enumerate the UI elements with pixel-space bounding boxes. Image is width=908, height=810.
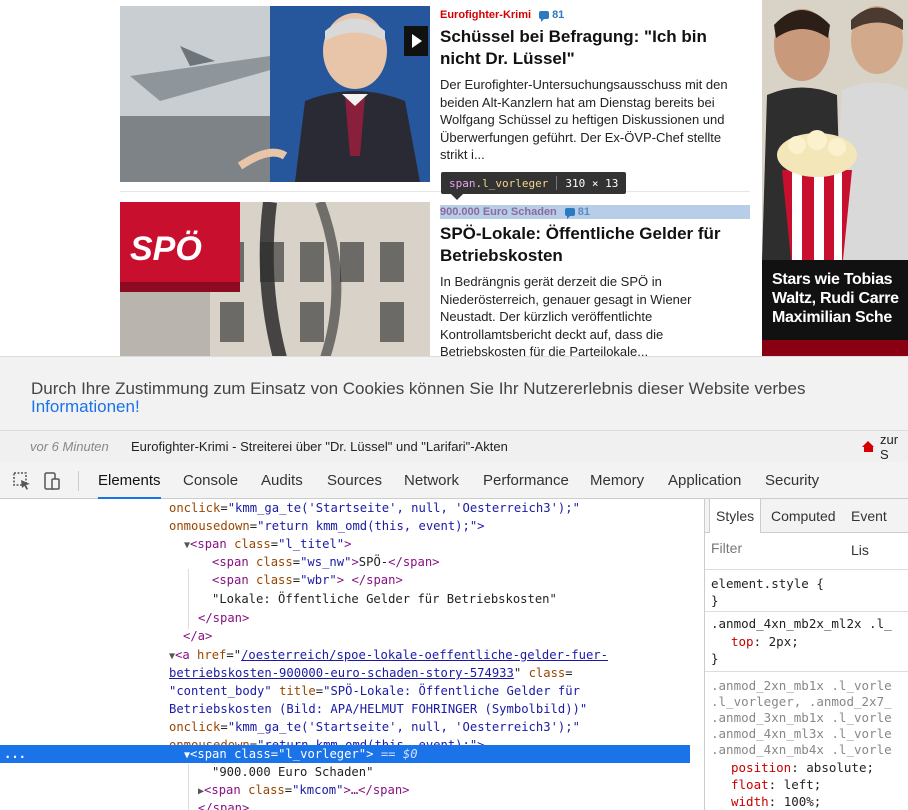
article-headline[interactable]: Schüssel bei Befragung: "Ich bin nicht D… — [440, 26, 750, 70]
style-selector[interactable]: .anmod_4xn_mb2x_ml2x .l_ — [711, 615, 892, 632]
comment-count-value: 81 — [552, 9, 565, 21]
code-line[interactable]: </a> — [0, 627, 690, 645]
tooltip-tag: span — [449, 176, 476, 190]
article-headline[interactable]: SPÖ-Lokale: Öffentliche Gelder für Betri… — [440, 223, 750, 267]
tab-application[interactable]: Application — [668, 462, 741, 499]
web-page: Eurofighter-Krimi 81 Schüssel bei Befrag… — [0, 0, 908, 462]
toolbar-separator — [78, 471, 79, 491]
tab-audits[interactable]: Audits — [261, 462, 303, 499]
article-teaser[interactable]: In Bedrängnis gerät derzeit die SPÖ in N… — [440, 273, 750, 361]
tab-console[interactable]: Console — [183, 462, 238, 499]
style-brace: } — [711, 593, 719, 608]
tab-security[interactable]: Security — [765, 462, 819, 499]
comment-bubble-icon — [539, 11, 550, 22]
article-kicker[interactable]: Eurofighter-Krimi — [440, 9, 531, 21]
spoe-sign-text: SPÖ — [130, 230, 202, 268]
article-teaser[interactable]: Der Eurofighter-Untersuchungsausschuss m… — [440, 76, 750, 164]
styles-tabs: Styles Computed Event Lis — [705, 499, 908, 558]
ad-text: Stars wie Tobias Waltz, Rudi Carre Maxim… — [772, 271, 899, 326]
article-meta: Eurofighter-Krimi 81 — [440, 8, 750, 22]
home-link-label: zur S — [880, 431, 899, 462]
device-toolbar-icon[interactable] — [42, 471, 62, 491]
code-line[interactable]: "Lokale: Öffentliche Gelder für Betriebs… — [0, 590, 690, 608]
code-line[interactable]: onclick="kmm_ga_te('Startseite', null, '… — [0, 499, 690, 517]
style-brace: } — [711, 651, 719, 666]
styles-divider — [705, 611, 908, 612]
article-card-2[interactable]: 900.000 Euro Schaden 81 SPÖ-Lokale: Öffe… — [440, 205, 750, 361]
selected-node-marker: == $0 — [380, 747, 418, 761]
home-icon — [862, 441, 874, 452]
code-line[interactable]: onclick="kmm_ga_te('Startseite', null, '… — [0, 718, 690, 736]
styles-filter-input[interactable]: Filter — [711, 540, 742, 556]
code-line[interactable]: <span class="wbr"> </span> — [0, 571, 690, 589]
article-image-eurofighter[interactable] — [120, 6, 430, 182]
style-selector[interactable]: .anmod_3xn_mb1x .l_vorle — [711, 709, 892, 726]
cookie-banner: Durch Ihre Zustimmung zum Einsatz von Co… — [0, 356, 908, 430]
style-selector[interactable]: element.style { — [711, 575, 824, 592]
news-ticker: vor 6 Minuten Eurofighter-Krimi - Streit… — [0, 430, 908, 462]
article-card-1[interactable]: Eurofighter-Krimi 81 Schüssel bei Befrag… — [440, 8, 750, 164]
tab-event-listeners[interactable]: Event Lis — [845, 499, 908, 558]
style-declaration[interactable]: float: left; — [711, 776, 821, 793]
ticker-headline[interactable]: Eurofighter-Krimi - Streiterei über "Dr.… — [131, 439, 508, 454]
article-kicker[interactable]: 900.000 Euro Schaden — [440, 206, 557, 218]
style-selector[interactable]: .anmod_4xn_mb4x .l_vorle — [711, 741, 892, 758]
style-declaration[interactable]: top: 2px; — [711, 633, 799, 650]
inspect-tooltip: span .l_vorleger 310 × 13 — [441, 172, 627, 200]
video-play-icon[interactable] — [404, 26, 428, 56]
styles-divider — [705, 671, 908, 672]
style-declaration[interactable]: width: 100%; — [711, 793, 821, 810]
code-line[interactable]: Betriebskosten (Bild: APA/HELMUT FOHRING… — [0, 700, 690, 718]
code-line[interactable]: ▶<span class="kmcom">…</span> — [0, 781, 690, 799]
comment-count-value: 81 — [577, 206, 591, 218]
tab-sources[interactable]: Sources — [327, 462, 382, 499]
code-line[interactable]: ▼<span class="l_titel"> — [0, 535, 690, 553]
more-options-icon[interactable]: ... — [4, 745, 26, 763]
code-line[interactable]: betriebskosten-900000-euro-schaden-story… — [0, 664, 690, 682]
article-image-spoe[interactable]: SPÖ — [120, 202, 430, 358]
cookie-message: Durch Ihre Zustimmung zum Einsatz von Co… — [31, 379, 806, 398]
devtools-panel: Elements Console Audits Sources Network … — [0, 462, 908, 810]
styles-pane: Styles Computed Event Lis Filter element… — [704, 499, 908, 810]
elements-tree[interactable]: onclick="kmm_ga_te('Startseite', null, '… — [0, 499, 690, 810]
comment-bubble-icon — [564, 208, 575, 219]
article-divider — [120, 191, 750, 192]
tab-styles[interactable]: Styles — [709, 499, 762, 533]
code-line[interactable]: </span> — [0, 609, 690, 627]
code-line[interactable]: <span class="ws_nw">SPÖ-</span> — [0, 553, 690, 571]
code-line[interactable]: onmousedown="return kmm_omd(this, event)… — [0, 517, 690, 535]
ticker-time: vor 6 Minuten — [30, 439, 109, 454]
style-declaration[interactable]: position: absolute; — [711, 759, 874, 776]
tab-performance[interactable]: Performance — [483, 462, 569, 499]
inspect-element-icon[interactable] — [12, 471, 32, 491]
tab-computed[interactable]: Computed — [765, 499, 842, 533]
code-line[interactable]: "900.000 Euro Schaden" — [0, 763, 690, 781]
style-selector[interactable]: .anmod_4xn_ml3x .l_vorle — [711, 725, 892, 742]
code-line[interactable]: </span> — [0, 799, 690, 810]
cookie-info-link[interactable]: Informationen! — [31, 397, 140, 417]
tab-elements[interactable]: Elements — [98, 462, 161, 499]
tab-memory[interactable]: Memory — [590, 462, 644, 499]
tooltip-size: 310 × 13 — [565, 176, 619, 190]
devtools-toolbar: Elements Console Audits Sources Network … — [0, 462, 908, 499]
ad-banner[interactable]: Stars wie Tobias Waltz, Rudi Carre Maxim… — [762, 0, 908, 356]
home-link[interactable]: zur S — [862, 432, 908, 462]
code-line[interactable]: ▼<a href="/oesterreich/spoe-lokale-oeffe… — [0, 646, 690, 664]
styles-divider — [705, 569, 908, 570]
style-selector[interactable]: .l_vorleger, .anmod_2x7_ — [711, 693, 892, 710]
comment-count[interactable]: 81 — [539, 9, 565, 22]
code-line[interactable]: "content_body" title="SPÖ-Lokale: Öffent… — [0, 682, 690, 700]
tab-network[interactable]: Network — [404, 462, 459, 499]
code-line-selected[interactable]: ... ▼<span class="l_vorleger"> == $0 — [0, 745, 690, 763]
style-selector[interactable]: .anmod_2xn_mb1x .l_vorle — [711, 677, 892, 694]
article-meta-highlighted: 900.000 Euro Schaden 81 — [440, 205, 750, 219]
tooltip-separator — [556, 176, 558, 190]
comment-count[interactable]: 81 — [564, 206, 591, 219]
tooltip-class: .l_vorleger — [475, 176, 549, 190]
